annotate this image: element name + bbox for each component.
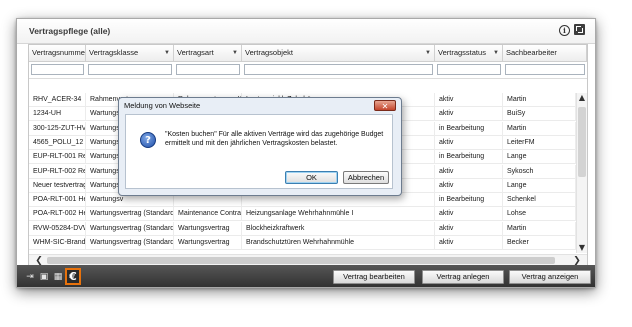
- column-label: Vertragsklasse: [89, 48, 139, 57]
- panel-titlebar: Vertragspflege (alle) i: [17, 19, 595, 44]
- confirm-dialog: Meldung von Webseite ✕ ? "Kosten buchen"…: [118, 97, 402, 196]
- filter-vertragsstatus-input[interactable]: [437, 64, 501, 75]
- column-header-vertragsart[interactable]: Vertragsart ▼: [174, 45, 242, 61]
- column-header-vertragsklasse[interactable]: Vertragsklasse ▼: [86, 45, 174, 61]
- table-cell: aktiv: [435, 107, 503, 122]
- filter-row: [29, 62, 587, 79]
- column-header-vertragsnummer[interactable]: Vertragsnummer: [29, 45, 86, 61]
- table-row[interactable]: POA-RLT-002 Hea Wartungsvertrag (Standard…: [29, 207, 576, 222]
- table-cell: Sykosch: [503, 164, 576, 179]
- horizontal-scroll-thumb[interactable]: [47, 257, 555, 264]
- column-header-vertragsobjekt[interactable]: Vertragsobjekt ▼: [242, 45, 435, 61]
- dialog-body: ? "Kosten buchen" Für alle aktiven Vertr…: [125, 114, 393, 189]
- dialog-message: "Kosten buchen" Für alle aktiven Verträg…: [165, 131, 384, 147]
- filter-vertragsobjekt-input[interactable]: [244, 64, 433, 75]
- table-cell: EUP-RLT-001 Refr: [29, 150, 86, 165]
- chevron-down-icon[interactable]: ▼: [493, 45, 499, 61]
- table-cell: RVW-05284-DVW: [29, 221, 86, 236]
- table-cell: BuiSy: [503, 107, 576, 122]
- table-cell: RHV_ACER-34: [29, 93, 86, 107]
- table-row[interactable]: WHM-SIC-BrandscWartungsvertrag (Standard…: [29, 236, 576, 250]
- table-cell: aktiv: [435, 178, 503, 193]
- scroll-down-icon[interactable]: ▼: [577, 243, 587, 253]
- chevron-down-icon[interactable]: ▼: [164, 45, 170, 61]
- table-cell: POA-RLT-002 Hea: [29, 207, 86, 222]
- column-label: Vertragsstatus: [438, 48, 486, 57]
- table-cell: in Bearbeitung: [435, 193, 503, 208]
- column-header-vertragsstatus[interactable]: Vertragsstatus ▼: [435, 45, 503, 61]
- column-header-sachbearbeiter[interactable]: Sachbearbeiter: [503, 45, 587, 61]
- table-cell: in Bearbeitung: [435, 121, 503, 136]
- column-label: Vertragsnummer: [32, 48, 86, 57]
- maximize-icon[interactable]: [574, 24, 585, 35]
- cancel-button[interactable]: Abbrechen: [343, 171, 389, 184]
- table-cell: aktiv: [435, 93, 503, 107]
- table-cell: Wartungsvertrag (Standard): [86, 221, 174, 236]
- table-cell: EUP-RLT-002 Refr: [29, 164, 86, 179]
- ok-button[interactable]: OK: [285, 171, 338, 184]
- table-cell: Martin: [503, 221, 576, 236]
- table-cell: Maintenance Contract: [174, 207, 242, 222]
- close-icon[interactable]: ✕: [374, 100, 396, 111]
- table-cell: aktiv: [435, 164, 503, 179]
- export-icon[interactable]: ⇥: [25, 272, 35, 282]
- question-icon: ?: [140, 132, 156, 148]
- table-cell: Blockheizkraftwerk: [242, 221, 435, 236]
- table-cell: in Bearbeitung: [435, 150, 503, 165]
- column-label: Sachbearbeiter: [506, 48, 557, 57]
- table-cell: POA-RLT-001 Hea: [29, 193, 86, 208]
- euro-icon[interactable]: €: [65, 268, 81, 285]
- filter-vertragsnummer-input[interactable]: [31, 64, 84, 75]
- table-cell: 1234-UH: [29, 107, 86, 122]
- table-cell: Lange: [503, 178, 576, 193]
- table-row[interactable]: RVW-05284-DVW Wartungsvertrag (Standard) W…: [29, 221, 576, 236]
- film-icon[interactable]: ▦: [53, 272, 63, 282]
- vertical-scrollbar[interactable]: ▲ ▼: [576, 93, 587, 253]
- table-cell: 300-125-ZUT-HV4: [29, 121, 86, 136]
- table-cell: Martin: [503, 121, 576, 136]
- view-contract-button[interactable]: Vertrag anzeigen: [509, 270, 591, 284]
- table-cell: WHM-SIC-Brandsc: [29, 236, 86, 250]
- create-contract-button[interactable]: Vertrag anlegen: [422, 270, 504, 284]
- print-icon[interactable]: ▣: [39, 272, 49, 282]
- table-cell: aktiv: [435, 135, 503, 150]
- table-cell: Lohse: [503, 207, 576, 222]
- table-cell: Neuer testvertrag: [29, 178, 86, 193]
- filter-vertragsart-input[interactable]: [176, 64, 240, 75]
- filter-vertragsklasse-input[interactable]: [88, 64, 172, 75]
- bottom-toolbar: ⇥ ▣ ▦ € Vertrag bearbeiten Vertrag anleg…: [17, 265, 595, 287]
- table-cell: Becker: [503, 236, 576, 250]
- table-cell: Martin: [503, 93, 576, 107]
- table-cell: Schenkel: [503, 193, 576, 208]
- table-cell: Wartungsvertrag (Standard): [86, 236, 174, 250]
- chevron-down-icon[interactable]: ▼: [425, 45, 431, 61]
- dialog-title: Meldung von Webseite: [124, 101, 201, 110]
- table-cell: aktiv: [435, 207, 503, 222]
- table-cell: Lange: [503, 150, 576, 165]
- grid-header: Vertragsnummer Vertragsklasse ▼ Vertragsa…: [29, 45, 587, 62]
- chevron-down-icon[interactable]: ▼: [232, 45, 238, 61]
- table-cell: aktiv: [435, 236, 503, 250]
- table-cell: aktiv: [435, 221, 503, 236]
- edit-contract-button[interactable]: Vertrag bearbeiten: [333, 270, 415, 284]
- scroll-up-icon[interactable]: ▲: [577, 93, 587, 103]
- table-cell: Brandschutztüren Wehrhahnmühle: [242, 236, 435, 250]
- table-cell: Wartungsvertrag (Standard): [86, 207, 174, 222]
- vertical-scroll-thumb[interactable]: [578, 107, 586, 177]
- column-label: Vertragsobjekt: [245, 48, 293, 57]
- panel-title: Vertragspflege (alle): [29, 26, 111, 36]
- table-cell: Wartungsvertrag: [174, 236, 242, 250]
- filter-sachbearbeiter-input[interactable]: [505, 64, 585, 75]
- table-cell: Heizungsanlage Wehrhahnmühle I: [242, 207, 435, 222]
- table-cell: LeiterFM: [503, 135, 576, 150]
- info-icon[interactable]: i: [559, 25, 570, 36]
- column-label: Vertragsart: [177, 48, 214, 57]
- table-cell: 4565_POLU_12: [29, 135, 86, 150]
- table-cell: Wartungsvertrag: [174, 221, 242, 236]
